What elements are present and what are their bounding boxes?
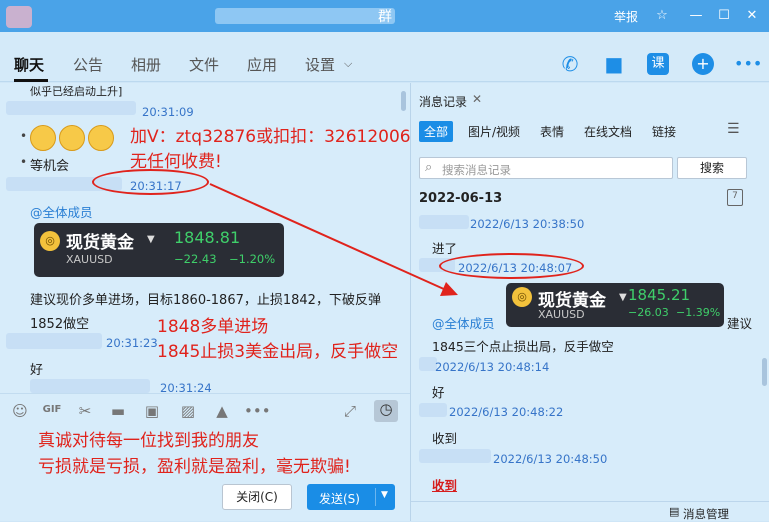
annotation-arrow bbox=[209, 183, 458, 296]
